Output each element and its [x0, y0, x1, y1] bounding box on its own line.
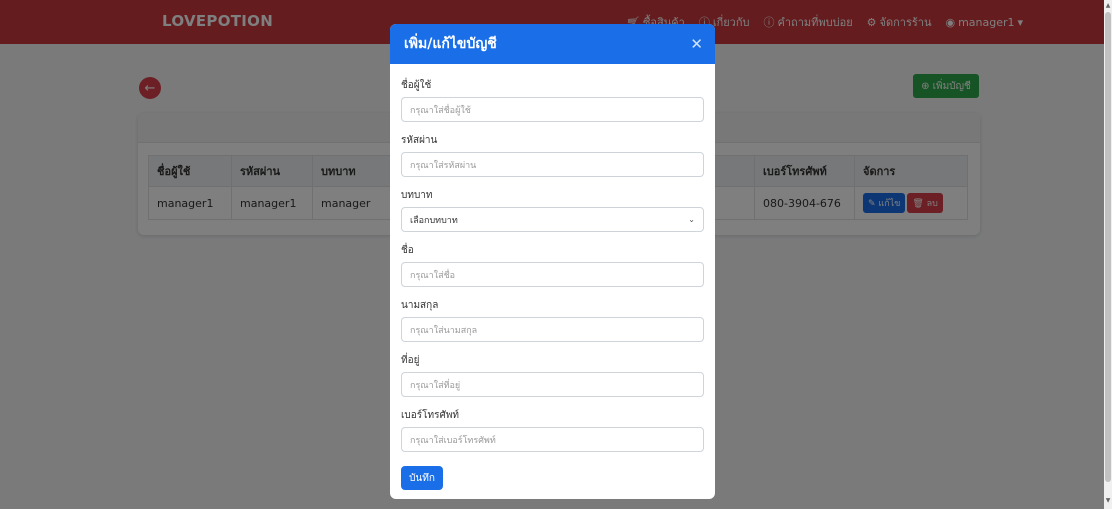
close-icon[interactable]: ✕: [690, 35, 703, 53]
field-phone: เบอร์โทรศัพท์ กรุณาใส่เบอร์โทรศัพท์: [401, 408, 704, 452]
scroll-up-arrow[interactable]: ▲: [1105, 2, 1111, 10]
password-input[interactable]: กรุณาใส่รหัสผ่าน: [401, 152, 704, 177]
scroll-thumb[interactable]: [1105, 12, 1111, 482]
username-label: ชื่อผู้ใช้: [401, 80, 432, 91]
page-scrollbar[interactable]: ▲ ▼: [1104, 0, 1112, 509]
password-label: รหัสผ่าน: [401, 135, 438, 146]
firstname-input[interactable]: กรุณาใส่ชื่อ: [401, 262, 704, 287]
modal-body: ชื่อผู้ใช้ กรุณาใส่ชื่อผู้ใช้ รหัสผ่าน ก…: [390, 64, 715, 452]
address-label: ที่อยู่: [401, 355, 420, 366]
account-modal: เพิ่ม/แก้ไขบัญชี ✕ ชื่อผู้ใช้ กรุณาใส่ชื…: [390, 24, 715, 499]
role-label: บทบาท: [401, 190, 433, 201]
field-address: ที่อยู่ กรุณาใส่ที่อยู่: [401, 353, 704, 397]
role-select-value: เลือกบทบาท: [410, 215, 458, 226]
field-lastname: นามสกุล กรุณาใส่นามสกุล: [401, 298, 704, 342]
save-button[interactable]: บันทึก: [401, 466, 443, 490]
field-role: บทบาท เลือกบทบาท ⌄: [401, 188, 704, 232]
lastname-input[interactable]: กรุณาใส่นามสกุล: [401, 317, 704, 342]
address-input[interactable]: กรุณาใส่ที่อยู่: [401, 372, 704, 397]
modal-title: เพิ่ม/แก้ไขบัญชี: [404, 36, 497, 52]
field-firstname: ชื่อ กรุณาใส่ชื่อ: [401, 243, 704, 287]
scroll-down-arrow[interactable]: ▼: [1105, 497, 1111, 505]
chevron-down-icon: ⌄: [688, 215, 695, 224]
field-password: รหัสผ่าน กรุณาใส่รหัสผ่าน: [401, 133, 704, 177]
lastname-label: นามสกุล: [401, 300, 439, 311]
phone-input[interactable]: กรุณาใส่เบอร์โทรศัพท์: [401, 427, 704, 452]
field-username: ชื่อผู้ใช้ กรุณาใส่ชื่อผู้ใช้: [401, 78, 704, 122]
phone-label: เบอร์โทรศัพท์: [401, 410, 460, 421]
firstname-label: ชื่อ: [401, 245, 414, 256]
role-select[interactable]: เลือกบทบาท ⌄: [401, 207, 704, 232]
username-input[interactable]: กรุณาใส่ชื่อผู้ใช้: [401, 97, 704, 122]
modal-header: เพิ่ม/แก้ไขบัญชี ✕: [390, 24, 715, 64]
